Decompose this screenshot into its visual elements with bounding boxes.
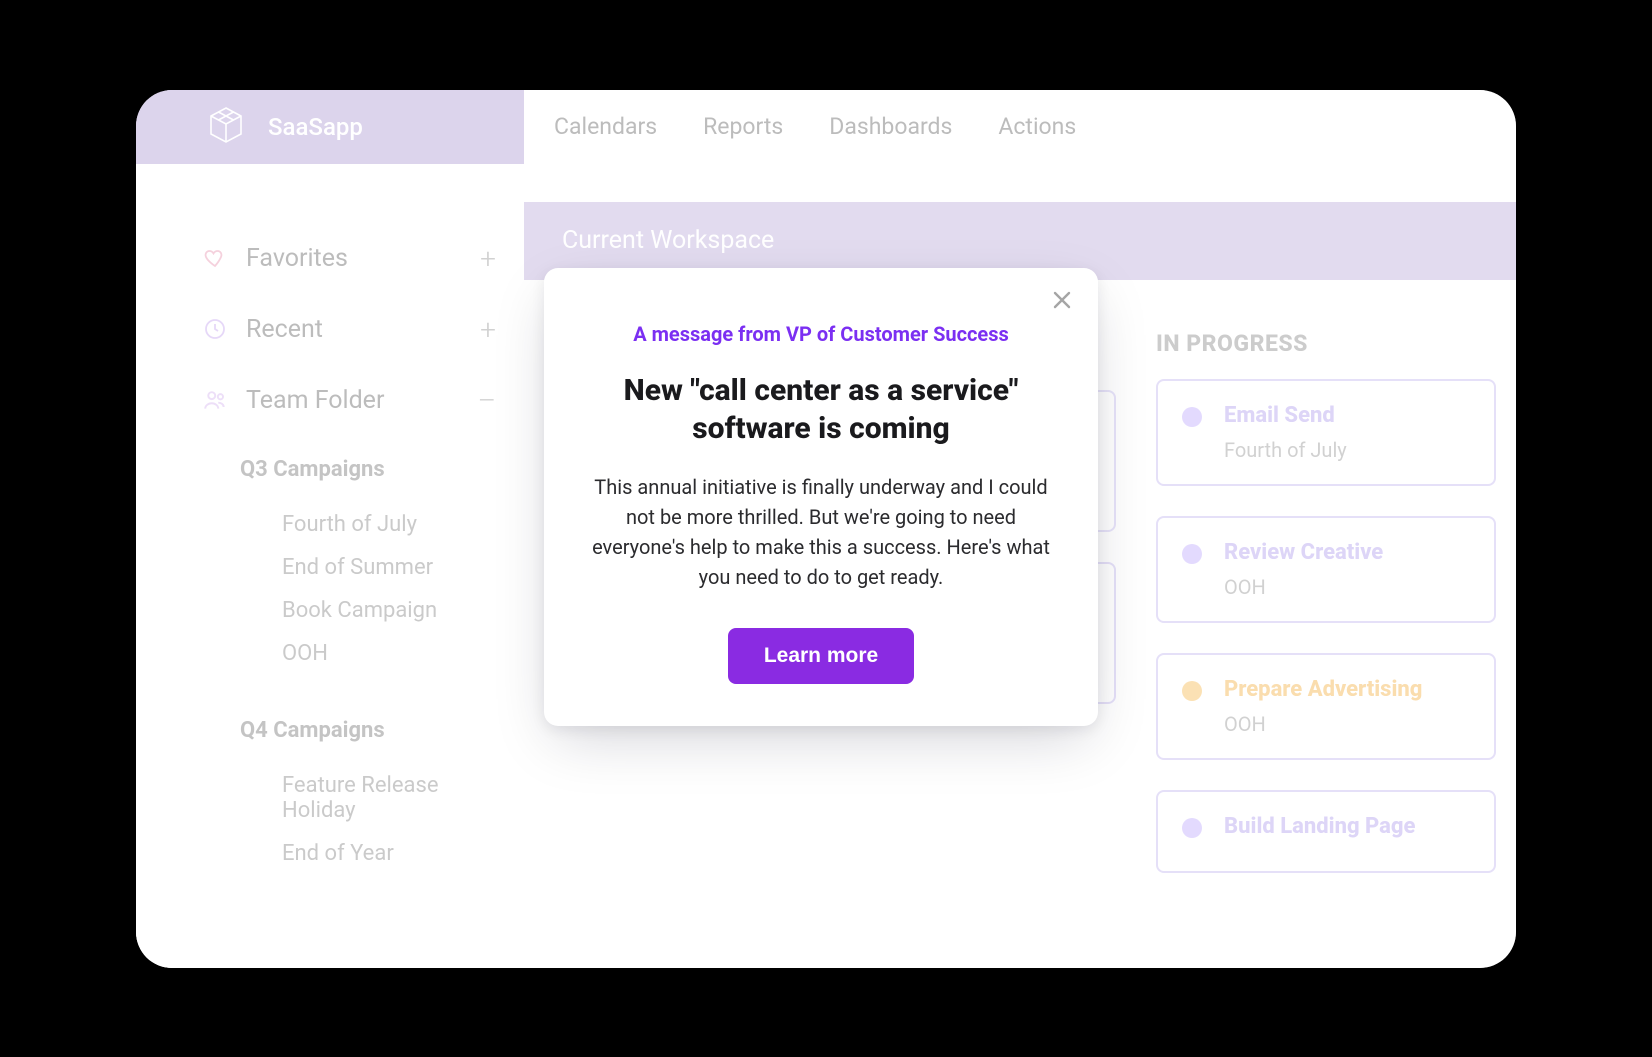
card-title: Prepare Advertising bbox=[1224, 677, 1422, 702]
status-dot-icon bbox=[1182, 681, 1202, 701]
sidebar-group-title: Q3 Campaigns bbox=[240, 457, 496, 482]
board-card[interactable]: Build Landing Page bbox=[1156, 790, 1496, 873]
card-title: Email Send bbox=[1224, 403, 1347, 428]
board-card[interactable]: Prepare Advertising OOH bbox=[1156, 653, 1496, 760]
topnav: Calendars Reports Dashboards Actions bbox=[524, 90, 1516, 164]
sidebar-team-folder[interactable]: Team Folder – bbox=[202, 386, 496, 415]
nav-calendars[interactable]: Calendars bbox=[554, 113, 657, 140]
nav-dashboards[interactable]: Dashboards bbox=[829, 113, 952, 140]
card-subtitle: Fourth of July bbox=[1224, 438, 1347, 462]
status-dot-icon bbox=[1182, 407, 1202, 427]
board-card[interactable]: Email Send Fourth of July bbox=[1156, 379, 1496, 486]
collapse-icon[interactable]: – bbox=[478, 384, 496, 417]
sidebar-item[interactable]: OOH bbox=[282, 641, 496, 666]
sidebar-favorites[interactable]: Favorites + bbox=[202, 244, 496, 273]
heart-icon bbox=[202, 245, 228, 271]
status-dot-icon bbox=[1182, 818, 1202, 838]
sidebar-team-label: Team Folder bbox=[246, 386, 384, 415]
sidebar-item[interactable]: End of Year bbox=[282, 841, 496, 866]
sidebar-item[interactable]: Book Campaign bbox=[282, 598, 496, 623]
people-icon bbox=[202, 387, 228, 413]
column-header: IN PROGRESS bbox=[1156, 330, 1496, 357]
nav-actions[interactable]: Actions bbox=[998, 113, 1076, 140]
sidebar-item[interactable]: Fourth of July bbox=[282, 512, 496, 537]
workspace-title: Current Workspace bbox=[562, 226, 774, 255]
topbar: SaaSapp Calendars Reports Dashboards Act… bbox=[136, 90, 1516, 164]
sidebar-recent-label: Recent bbox=[246, 315, 323, 344]
brand-name: SaaSapp bbox=[268, 113, 363, 141]
status-dot-icon bbox=[1182, 544, 1202, 564]
brand: SaaSapp bbox=[136, 90, 524, 164]
sidebar-item[interactable]: End of Summer bbox=[282, 555, 496, 580]
announcement-modal: A message from VP of Customer Success Ne… bbox=[544, 268, 1098, 727]
board-card[interactable]: Review Creative OOH bbox=[1156, 516, 1496, 623]
card-subtitle: OOH bbox=[1224, 712, 1422, 736]
app-frame: SaaSapp Calendars Reports Dashboards Act… bbox=[136, 90, 1516, 968]
board-column-in-progress: IN PROGRESS Email Send Fourth of July Re… bbox=[1156, 330, 1496, 903]
learn-more-button[interactable]: Learn more bbox=[728, 628, 914, 684]
modal-title: New "call center as a service" software … bbox=[588, 372, 1054, 449]
logo-cube-icon bbox=[206, 105, 246, 149]
card-subtitle: OOH bbox=[1224, 575, 1383, 599]
expand-icon[interactable]: + bbox=[480, 313, 496, 346]
modal-body: This annual initiative is finally underw… bbox=[588, 472, 1054, 592]
card-title: Build Landing Page bbox=[1224, 814, 1415, 839]
close-icon[interactable] bbox=[1048, 288, 1076, 316]
nav-reports[interactable]: Reports bbox=[703, 113, 783, 140]
sidebar-favorites-label: Favorites bbox=[246, 244, 348, 273]
sidebar-group-title: Q4 Campaigns bbox=[240, 718, 496, 743]
sidebar: Favorites + Recent + Team Folder – Q3 Ca… bbox=[136, 164, 524, 968]
sidebar-item[interactable]: Feature Release Holiday bbox=[282, 773, 496, 823]
card-title: Review Creative bbox=[1224, 540, 1383, 565]
clock-icon bbox=[202, 316, 228, 342]
expand-icon[interactable]: + bbox=[480, 242, 496, 275]
modal-eyebrow: A message from VP of Customer Success bbox=[588, 322, 1054, 346]
sidebar-recent[interactable]: Recent + bbox=[202, 315, 496, 344]
